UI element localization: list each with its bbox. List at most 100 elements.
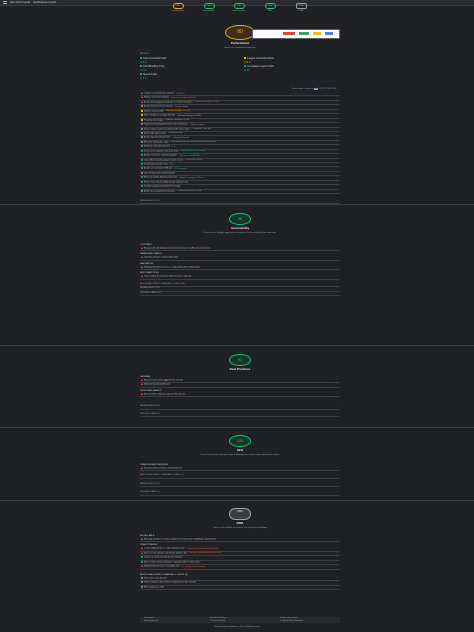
audit-title: Keep request counts low and transfer siz…: [144, 128, 190, 131]
audit-row[interactable]: Web app manifest or service worker do no…: [140, 538, 340, 543]
chevron-down-icon: ⌄: [335, 123, 337, 126]
chevron-down-icon: ⌄: [335, 100, 337, 103]
audit-row[interactable]: Document doesn't have a valid robots.txt…: [140, 467, 340, 472]
seo-title: SEO: [236, 448, 244, 452]
red-status-icon: [141, 379, 143, 381]
accessibility-na[interactable]: NOT APPLICABLE (41) ⌄: [140, 292, 340, 296]
gray-status-icon: [141, 131, 143, 134]
audit-title: Detected JavaScript libraries: [144, 383, 171, 386]
gray-status-icon: [141, 585, 143, 588]
gauge-pwa[interactable]: PWA PWA: [290, 3, 312, 12]
chevron-down-icon: ⌄: [335, 256, 337, 259]
red-status-icon: [141, 96, 143, 99]
bestpractices-audits: GENERAL Browser errors were logged to the…: [140, 374, 340, 418]
chevron-down-icon: ⌄: [335, 200, 337, 203]
audit-row[interactable]: Detected JavaScript libraries ⌄: [140, 383, 340, 388]
chevron-down-icon: ⌄: [335, 291, 337, 294]
chevron-down-icon: ⌄: [335, 405, 337, 408]
red-status-icon: [141, 383, 143, 386]
filter-tbt[interactable]: TBT: [328, 88, 332, 90]
audit-row[interactable]: Manifest doesn't have a maskable icon No …: [140, 565, 340, 570]
filter-cls[interactable]: CLS: [332, 88, 336, 90]
audit-display-value: 1 animated element found: [177, 190, 202, 193]
gray-status-icon: [141, 123, 143, 126]
gauge-performance[interactable]: 80 Performance: [167, 3, 189, 12]
audit-title: Document doesn't have a valid robots.txt: [144, 467, 182, 470]
chevron-down-icon: ⌄: [335, 140, 337, 143]
file-issue-link[interactable]: File an issue: [247, 626, 259, 628]
metric-label: Largest Contentful Paint: [247, 57, 274, 60]
seo-manual[interactable]: ADDITIONAL ITEMS TO MANUALLY CHECK (1) ⌄: [140, 474, 340, 479]
chevron-down-icon: ⌄: [335, 145, 337, 148]
audit-display-value: Third-party code blocked the main thread…: [170, 141, 217, 144]
accessibility-score[interactable]: 96: [229, 213, 251, 225]
audit-title: Avoids an excessive DOM size: [144, 167, 173, 170]
chevron-down-icon: ⌄: [335, 171, 337, 174]
performance-score[interactable]: 80: [225, 25, 255, 40]
metric-item: Speed Index 1.7 s: [140, 73, 236, 81]
chevron-down-icon: ⌄: [335, 287, 337, 290]
seo-passed[interactable]: PASSED AUDITS (11) ⌄: [140, 482, 340, 488]
gauge-score: PWA: [295, 3, 307, 9]
gray-status-icon: [141, 171, 143, 174]
audit-display-value: Potential savings of 4 KiB: [165, 119, 189, 122]
chevron-down-icon: ⌄: [335, 392, 337, 395]
accessibility-audits: CONTRAST Background and foreground colors…: [140, 242, 340, 296]
green-status-icon: [141, 180, 143, 183]
green-status-icon: [141, 167, 143, 170]
gauge-accessibility[interactable]: 96 Accessibility: [198, 3, 220, 12]
audit-title: Browser errors were logged to the consol…: [144, 379, 184, 382]
bestpractices-score[interactable]: 93: [229, 354, 251, 366]
green-status-icon: [141, 185, 143, 188]
audit-row[interactable]: Touch targets do not have sufficient siz…: [140, 275, 340, 280]
red-status-icon: [141, 551, 143, 554]
audit-title: Preload Largest Contentful Paint image: [144, 185, 181, 188]
red-status-icon: [141, 100, 143, 103]
seo-na[interactable]: NOT APPLICABLE (1) ⌄: [140, 491, 340, 496]
audit-display-value: 1.1 s: [171, 145, 177, 148]
seo-audits: CRAWLING AND INDEXING Document doesn't ha…: [140, 462, 340, 496]
audit-display-value: Failures: No manifest was fetched.: [189, 552, 222, 555]
audit-row[interactable]: Avoid non-composited animations 1 animate…: [140, 189, 340, 195]
pwa-badge[interactable]: PWA: [229, 508, 251, 520]
audit-display-value: Potential savings of 10 KiB: [194, 101, 219, 104]
seo-desc: These checks ensure that your page is fo…: [200, 453, 280, 456]
chevron-down-icon: ⌄: [335, 189, 337, 192]
seo-score[interactable]: 100: [229, 435, 251, 447]
gauge-label: Accessibility: [203, 10, 215, 12]
bestpractices-passed[interactable]: PASSED AUDITS (14) ⌄: [140, 405, 340, 410]
gauge-label: Best Practices: [232, 10, 246, 12]
filter-all[interactable]: All: [314, 88, 319, 91]
gray-status-icon: [141, 136, 143, 139]
metrics-title: METRICS: [140, 53, 149, 55]
audit-title: Site works cross-browser: [144, 577, 168, 580]
green-status-icon: [141, 560, 143, 563]
chevron-down-icon: ⌄: [335, 149, 337, 152]
accessibility-header: 96 Accessibility These checks highlight …: [140, 213, 340, 235]
red-status-icon: [141, 265, 143, 268]
audit-row[interactable]: Ensure CSP is effective against XSS atta…: [140, 392, 340, 398]
audit-title: Manifest doesn't have a maskable icon: [144, 565, 180, 568]
audit-title: Touch targets do not have sufficient siz…: [144, 275, 192, 278]
red-status-icon: [141, 247, 143, 249]
audit-row[interactable]: Links do not have a discernible name ⌄: [140, 256, 340, 261]
green-status-icon: [141, 154, 143, 157]
audit-display-value: Potential savings of 5 KiB: [177, 114, 201, 117]
page-screenshot-thumbnail[interactable]: [252, 29, 340, 39]
manual-label: ADDITIONAL ITEMS TO MANUALLY CHECK (1): [140, 474, 184, 477]
footer-browser: Using HeadlessChromium: [280, 620, 304, 622]
filter-lcp[interactable]: LCP: [323, 88, 327, 90]
gauge-seo[interactable]: 100 SEO: [259, 3, 281, 12]
gauge-score: 80: [172, 3, 184, 9]
audit-title: Web app manifest or service worker do no…: [144, 538, 217, 541]
bestpractices-na[interactable]: NOT APPLICABLE (2) ⌄: [140, 413, 340, 418]
audit-display-value: Total size was 484 KiB: [178, 154, 200, 157]
chevron-down-icon: ⌄: [335, 109, 337, 112]
chevron-down-icon: ⌄: [335, 482, 337, 485]
gauge-best-practices[interactable]: 93 Best Practices: [228, 3, 250, 12]
audit-row[interactable]: Background and foreground colors do not …: [140, 247, 340, 252]
green-status-icon: [141, 145, 143, 148]
pwa-header: PWA PWA These checks validate the aspect…: [140, 508, 340, 530]
audit-row[interactable]: Each page has a URL ⌄: [140, 585, 340, 590]
audit-row[interactable]: Heading elements are not in a sequential…: [140, 265, 340, 271]
